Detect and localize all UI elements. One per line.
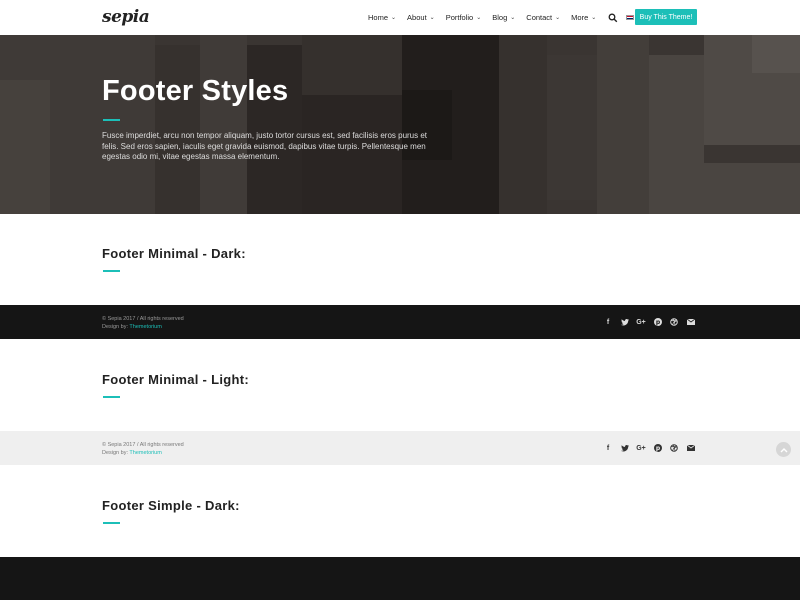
copyright-text: © Sepia 2017 / All rights reserved <box>102 442 184 448</box>
section-title-simple-dark: Footer Simple - Dark: <box>102 498 240 513</box>
section-title-minimal-light: Footer Minimal - Light: <box>102 372 249 387</box>
design-link[interactable]: Themetorium <box>129 450 161 456</box>
design-prefix: Design by: <box>102 324 130 330</box>
footer-minimal-dark: © Sepia 2017 / All rights reserved Desig… <box>0 305 800 339</box>
section-title-minimal-dark: Footer Minimal - Dark: <box>102 246 246 261</box>
section-underline <box>103 270 120 272</box>
chevron-down-icon: ⌄ <box>429 15 435 21</box>
dribbble-icon[interactable] <box>669 443 679 453</box>
hero-bg-block <box>155 45 200 214</box>
page-title: Footer Styles <box>102 75 289 107</box>
google-plus-icon[interactable]: G+ <box>636 317 646 327</box>
chevron-down-icon: ⌄ <box>476 15 482 21</box>
social-links: f G+ p <box>603 443 702 453</box>
search-icon[interactable] <box>608 13 618 23</box>
design-prefix: Design by: <box>102 450 130 456</box>
hero-bg-block <box>547 55 597 200</box>
nav-label: Contact <box>526 13 553 22</box>
copyright-text: © Sepia 2017 / All rights reserved <box>102 316 184 322</box>
hero-bg-block <box>649 55 704 214</box>
google-plus-icon[interactable]: G+ <box>636 443 646 453</box>
hero-bg-block <box>752 35 800 73</box>
chevron-down-icon: ⌄ <box>391 15 397 21</box>
nav-label: Home <box>368 13 389 22</box>
site-header: sepia Home ⌄ About ⌄ Portfolio ⌄ Blog ⌄ Cont… <box>0 0 800 35</box>
dribbble-icon[interactable] <box>669 317 679 327</box>
twitter-icon[interactable] <box>620 317 630 327</box>
logo[interactable]: sepia <box>102 7 150 27</box>
svg-text:p: p <box>655 445 660 452</box>
footer-copyright: © Sepia 2017 / All rights reserved Desig… <box>102 441 184 457</box>
nav-item-blog[interactable]: Blog ⌄ <box>492 13 515 22</box>
back-to-top-button[interactable] <box>776 442 791 457</box>
hero-bg-block <box>0 80 50 214</box>
hero-bg-block <box>200 35 247 214</box>
chevron-down-icon: ⌄ <box>510 15 516 21</box>
chevron-up-icon <box>780 447 787 452</box>
footer-copyright: © Sepia 2017 / All rights reserved Desig… <box>102 315 184 331</box>
nav-label: About <box>407 13 427 22</box>
title-underline <box>103 119 120 121</box>
main-nav: Home ⌄ About ⌄ Portfolio ⌄ Blog ⌄ Contact ⌄ M… <box>368 0 660 35</box>
envelope-icon[interactable] <box>686 317 696 327</box>
flag-icon <box>626 15 635 20</box>
nav-item-about[interactable]: About ⌄ <box>407 13 435 22</box>
twitter-icon[interactable] <box>620 443 630 453</box>
buy-theme-button[interactable]: Buy This Theme! <box>635 9 697 25</box>
footer-simple-dark <box>0 557 800 600</box>
footer-minimal-light: © Sepia 2017 / All rights reserved Desig… <box>0 431 800 465</box>
hero-bg-block <box>597 35 649 214</box>
nav-label: More <box>571 13 589 22</box>
nav-label: Portfolio <box>445 13 474 22</box>
design-link[interactable]: Themetorium <box>129 324 161 330</box>
hero-bg-block <box>247 45 302 214</box>
pinterest-icon[interactable]: p <box>653 443 663 453</box>
design-credit: Design by: Themetorium <box>102 323 184 331</box>
nav-label: Blog <box>492 13 508 22</box>
svg-text:p: p <box>655 319 660 326</box>
facebook-icon[interactable]: f <box>603 317 613 327</box>
facebook-icon[interactable]: f <box>603 443 613 453</box>
hero-bg-block <box>704 163 800 214</box>
nav-item-portfolio[interactable]: Portfolio ⌄ <box>446 13 482 22</box>
nav-item-home[interactable]: Home ⌄ <box>368 13 396 22</box>
hero-description: Fusce imperdiet, arcu non tempor aliquam… <box>102 131 428 161</box>
chevron-down-icon: ⌄ <box>555 15 561 21</box>
hero-bg-block <box>499 35 547 214</box>
envelope-icon[interactable] <box>686 443 696 453</box>
hero-bg-block <box>302 35 402 95</box>
nav-item-more[interactable]: More ⌄ <box>571 13 596 22</box>
section-underline <box>103 522 120 524</box>
nav-item-contact[interactable]: Contact ⌄ <box>526 13 560 22</box>
design-credit: Design by: Themetorium <box>102 449 184 457</box>
social-links: f G+ p <box>603 317 702 327</box>
chevron-down-icon: ⌄ <box>591 15 597 21</box>
hero-banner: Footer Styles Fusce imperdiet, arcu non … <box>0 35 800 214</box>
pinterest-icon[interactable]: p <box>653 317 663 327</box>
section-underline <box>103 396 120 398</box>
